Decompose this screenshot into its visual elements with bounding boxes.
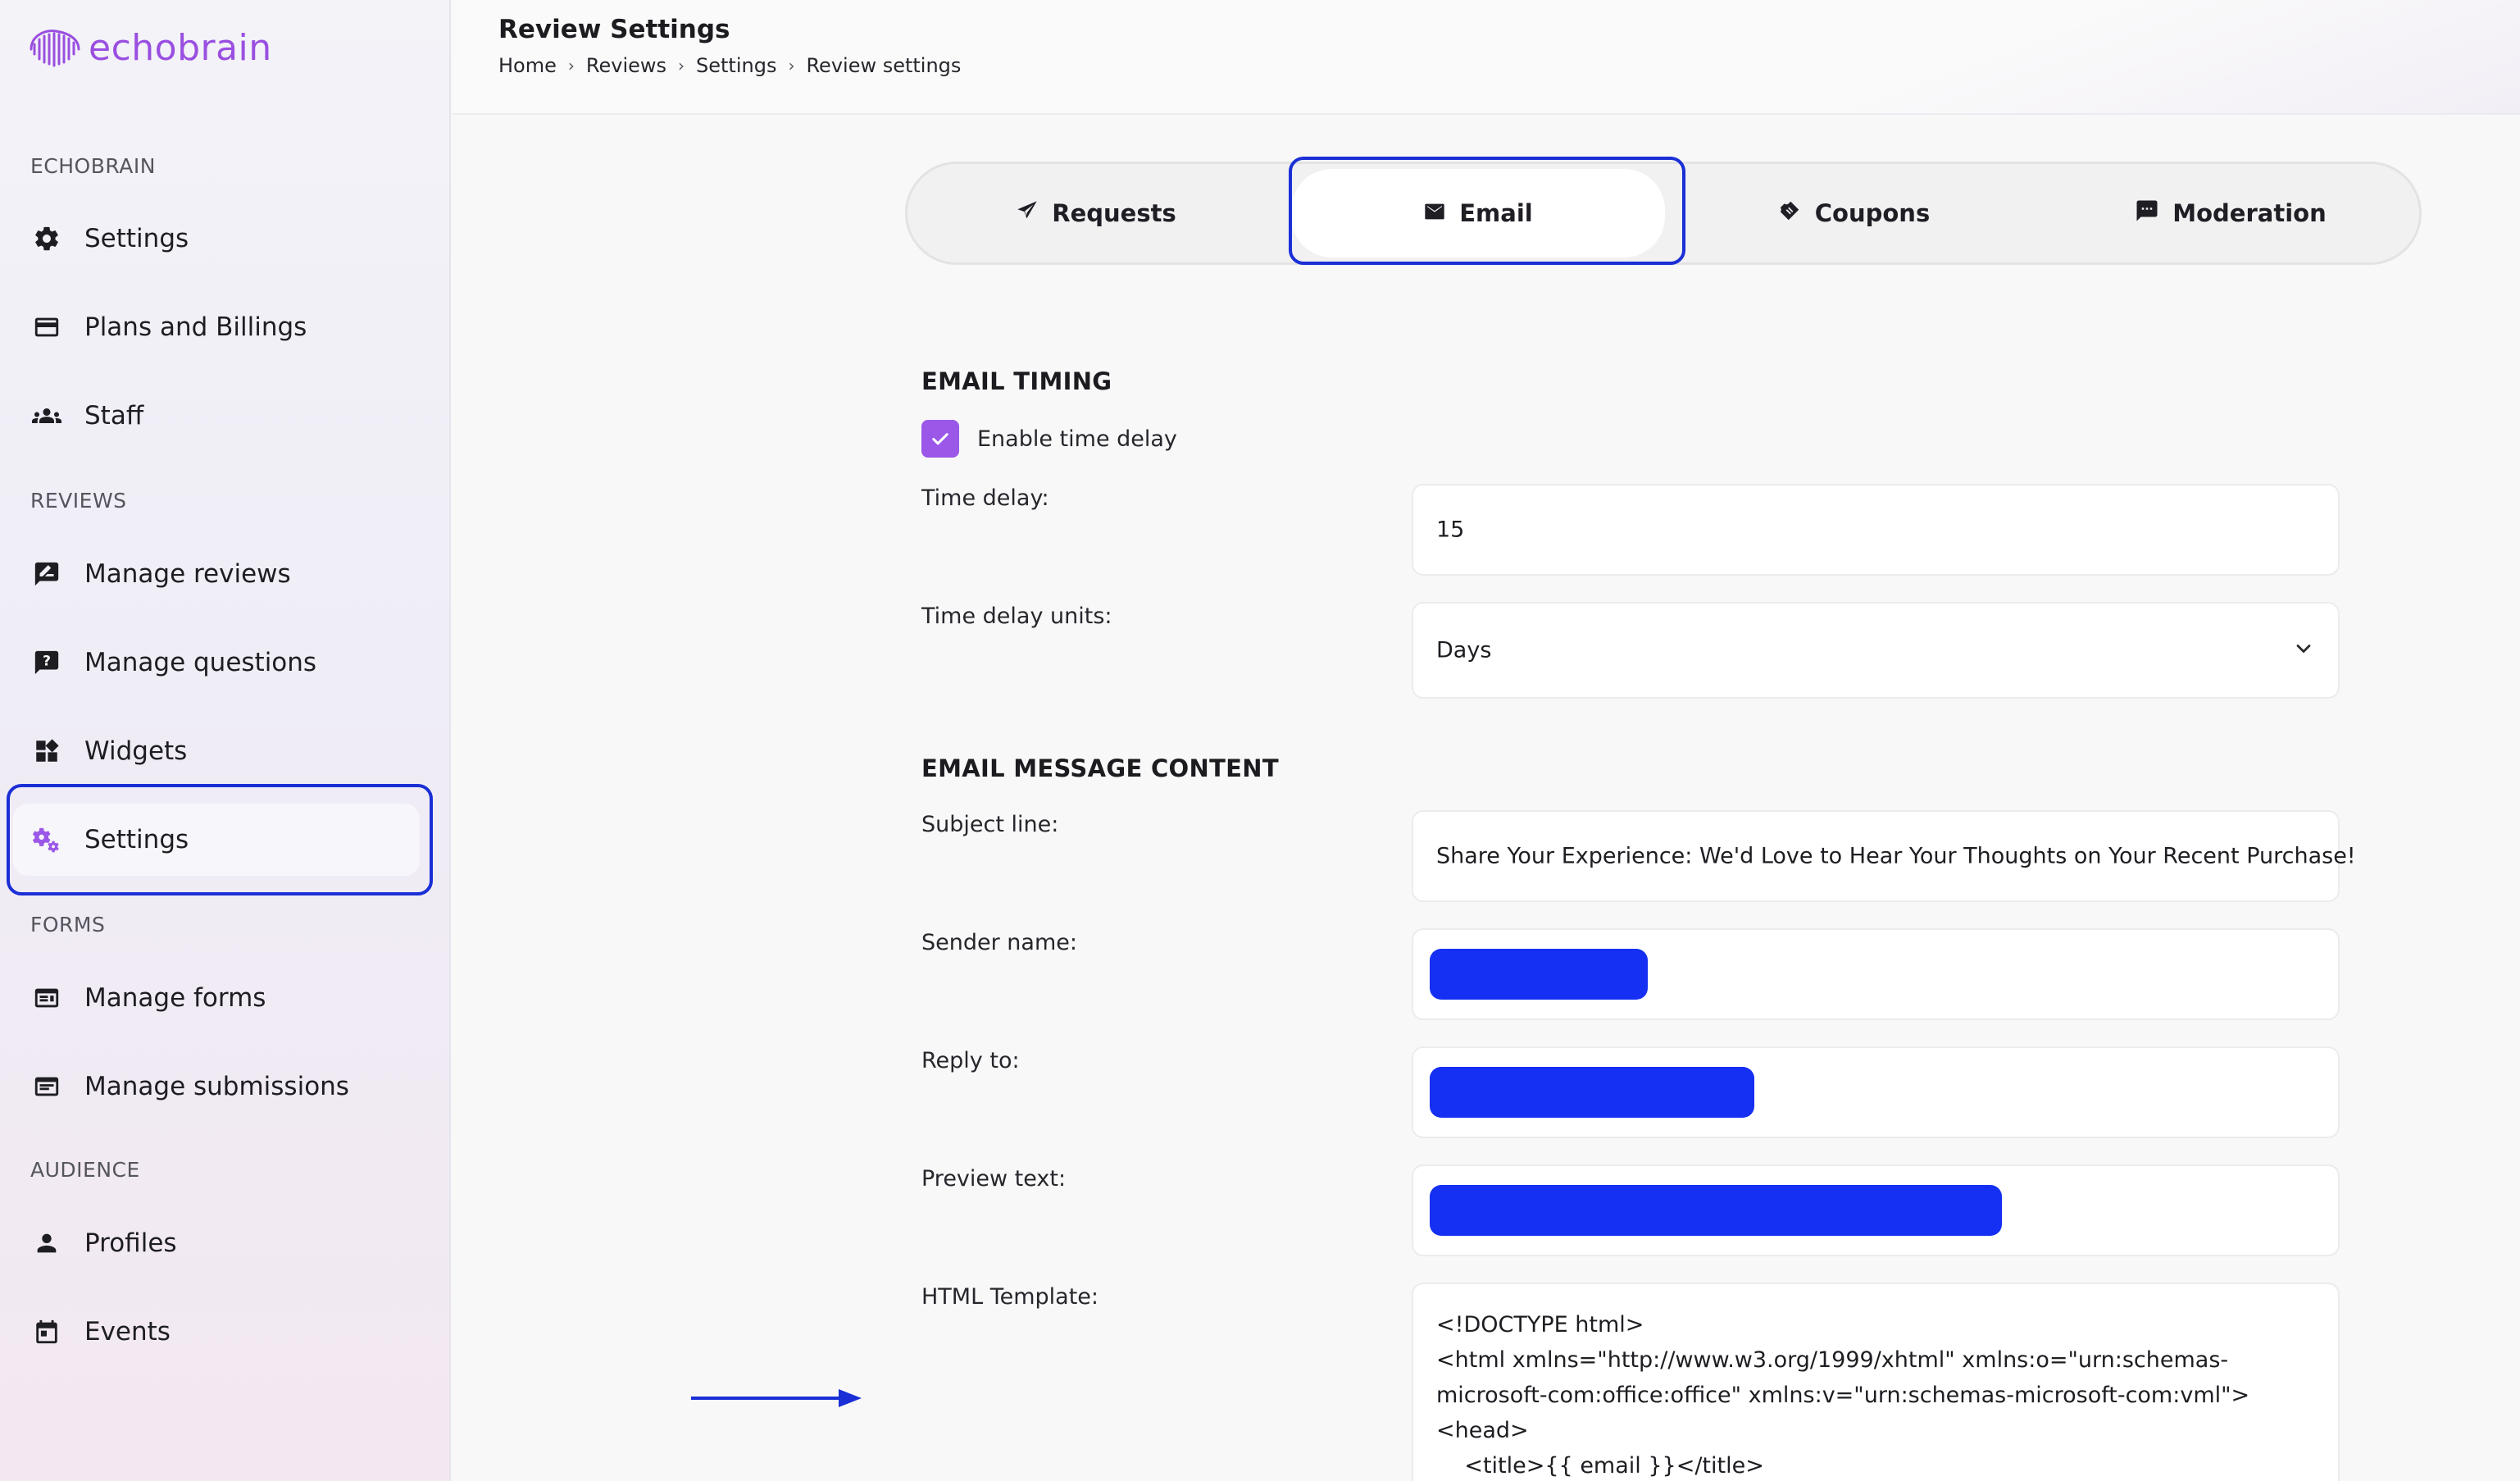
enable-time-delay-row: Enable time delay [921,420,1177,458]
time-delay-units-select[interactable]: Days [1412,602,2340,699]
credit-card-icon [31,312,62,343]
sidebar: echobrain ECHOBRAIN Settings Plans and B… [0,0,451,1481]
sidebar-item-label: Manage forms [84,983,266,1013]
comment-icon [2135,198,2159,229]
sidebar-item-widgets[interactable]: Widgets [10,715,420,787]
redacted-block [1430,1067,1754,1118]
sidebar-item-events[interactable]: Events [10,1296,420,1368]
reply-to-label: Reply to: [921,1048,1020,1073]
time-delay-input[interactable]: 15 [1412,484,2340,576]
breadcrumb-home[interactable]: Home [498,54,557,77]
section-label-echobrain: ECHOBRAIN [30,154,156,178]
sidebar-item-label: Events [84,1317,171,1347]
form-icon [31,982,62,1014]
tab-moderation[interactable]: Moderation [2042,164,2419,262]
preview-text-input[interactable] [1412,1164,2340,1256]
svg-text:?: ? [43,654,51,670]
sender-name-label: Sender name: [921,930,1077,955]
time-delay-value: 15 [1436,517,1465,543]
sidebar-item-label: Plans and Billings [84,312,307,342]
redacted-block [1430,949,1648,1000]
section-label-forms: FORMS [30,913,106,936]
sidebar-item-label: Profiles [84,1228,177,1258]
logo-text: echobrain [89,26,272,69]
tab-label: Moderation [2172,199,2327,227]
redacted-block [1430,1185,2002,1236]
sidebar-item-plans-and-billings[interactable]: Plans and Billings [10,291,420,363]
sidebar-item-label: Settings [84,825,189,854]
sidebar-item-manage-forms[interactable]: Manage forms [10,962,420,1034]
section-label-reviews: REVIEWS [30,489,127,513]
tab-label: Requests [1052,199,1176,227]
sidebar-item-label: Staff [84,401,144,431]
person-icon [31,1228,62,1259]
tab-coupons[interactable]: Coupons [1665,164,2042,262]
send-icon [1016,199,1039,228]
sidebar-item-label: Widgets [84,736,188,766]
tab-requests[interactable]: Requests [907,164,1285,262]
calendar-icon [31,1316,62,1347]
sidebar-item-profiles[interactable]: Profiles [10,1207,420,1279]
section-label-audience: AUDIENCE [30,1158,140,1182]
group-icon [31,400,62,431]
breadcrumb-separator: › [788,56,795,75]
email-timing-heading: EMAIL TIMING [921,367,1112,395]
sidebar-item-label: Manage questions [84,648,317,677]
enable-time-delay-label: Enable time delay [977,426,1177,452]
sidebar-item-manage-reviews[interactable]: Manage reviews [10,538,420,610]
html-template-code: <!DOCTYPE html> <html xmlns="http://www.… [1436,1312,2250,1479]
breadcrumb: Home › Reviews › Settings › Review setti… [498,54,961,77]
sidebar-item-review-settings[interactable]: Settings [13,804,420,876]
sender-name-input[interactable] [1412,928,2340,1020]
sidebar-item-label: Manage reviews [84,559,291,589]
submissions-icon [31,1071,62,1102]
tab-email[interactable]: Email [1291,169,1665,257]
html-template-label: HTML Template: [921,1284,1099,1310]
check-icon [932,433,948,445]
brain-logo-icon [30,30,80,67]
email-content-heading: EMAIL MESSAGE CONTENT [921,754,1279,782]
tab-label: Email [1459,199,1533,227]
settings-tabs: Requests Email Coupons Moderation [905,162,2422,265]
sidebar-item-settings[interactable]: Settings [10,203,420,275]
enable-time-delay-checkbox[interactable] [921,420,959,458]
time-delay-units-label: Time delay units: [921,604,1112,629]
sidebar-item-label: Settings [84,224,189,253]
tab-label: Coupons [1814,199,1931,227]
logo[interactable]: echobrain [26,25,272,71]
time-delay-label: Time delay: [921,485,1049,511]
chevron-down-icon [2292,637,2315,663]
question-icon: ? [31,647,62,678]
rate-review-icon [31,558,62,590]
sidebar-item-manage-submissions[interactable]: Manage submissions [10,1050,420,1123]
subject-line-value: Share Your Experience: We'd Love to Hear… [1436,843,2356,869]
page-header: Review Settings Home › Reviews › Setting… [453,0,2520,115]
ticket-icon [1777,198,1802,229]
reply-to-input[interactable] [1412,1046,2340,1138]
preview-text-label: Preview text: [921,1166,1067,1192]
sidebar-item-staff[interactable]: Staff [10,380,420,452]
arrow-right-icon [691,1389,862,1407]
widgets-icon [31,736,62,767]
page-title: Review Settings [498,15,730,44]
breadcrumb-separator: › [567,56,575,75]
breadcrumb-current: Review settings [806,54,962,77]
sidebar-item-label: Manage submissions [84,1072,349,1101]
sidebar-item-manage-questions[interactable]: ? Manage questions [10,627,420,699]
gear-icon [31,223,62,254]
breadcrumb-separator: › [678,56,685,75]
breadcrumb-reviews[interactable]: Reviews [586,54,666,77]
time-delay-units-value: Days [1436,637,1492,663]
subject-line-label: Subject line: [921,812,1059,837]
mail-icon [1423,199,1446,227]
html-template-textarea[interactable]: <!DOCTYPE html> <html xmlns="http://www.… [1412,1283,2340,1481]
subject-line-input[interactable]: Share Your Experience: We'd Love to Hear… [1412,810,2356,902]
settings-cog-icon [31,824,62,855]
breadcrumb-settings[interactable]: Settings [696,54,776,77]
